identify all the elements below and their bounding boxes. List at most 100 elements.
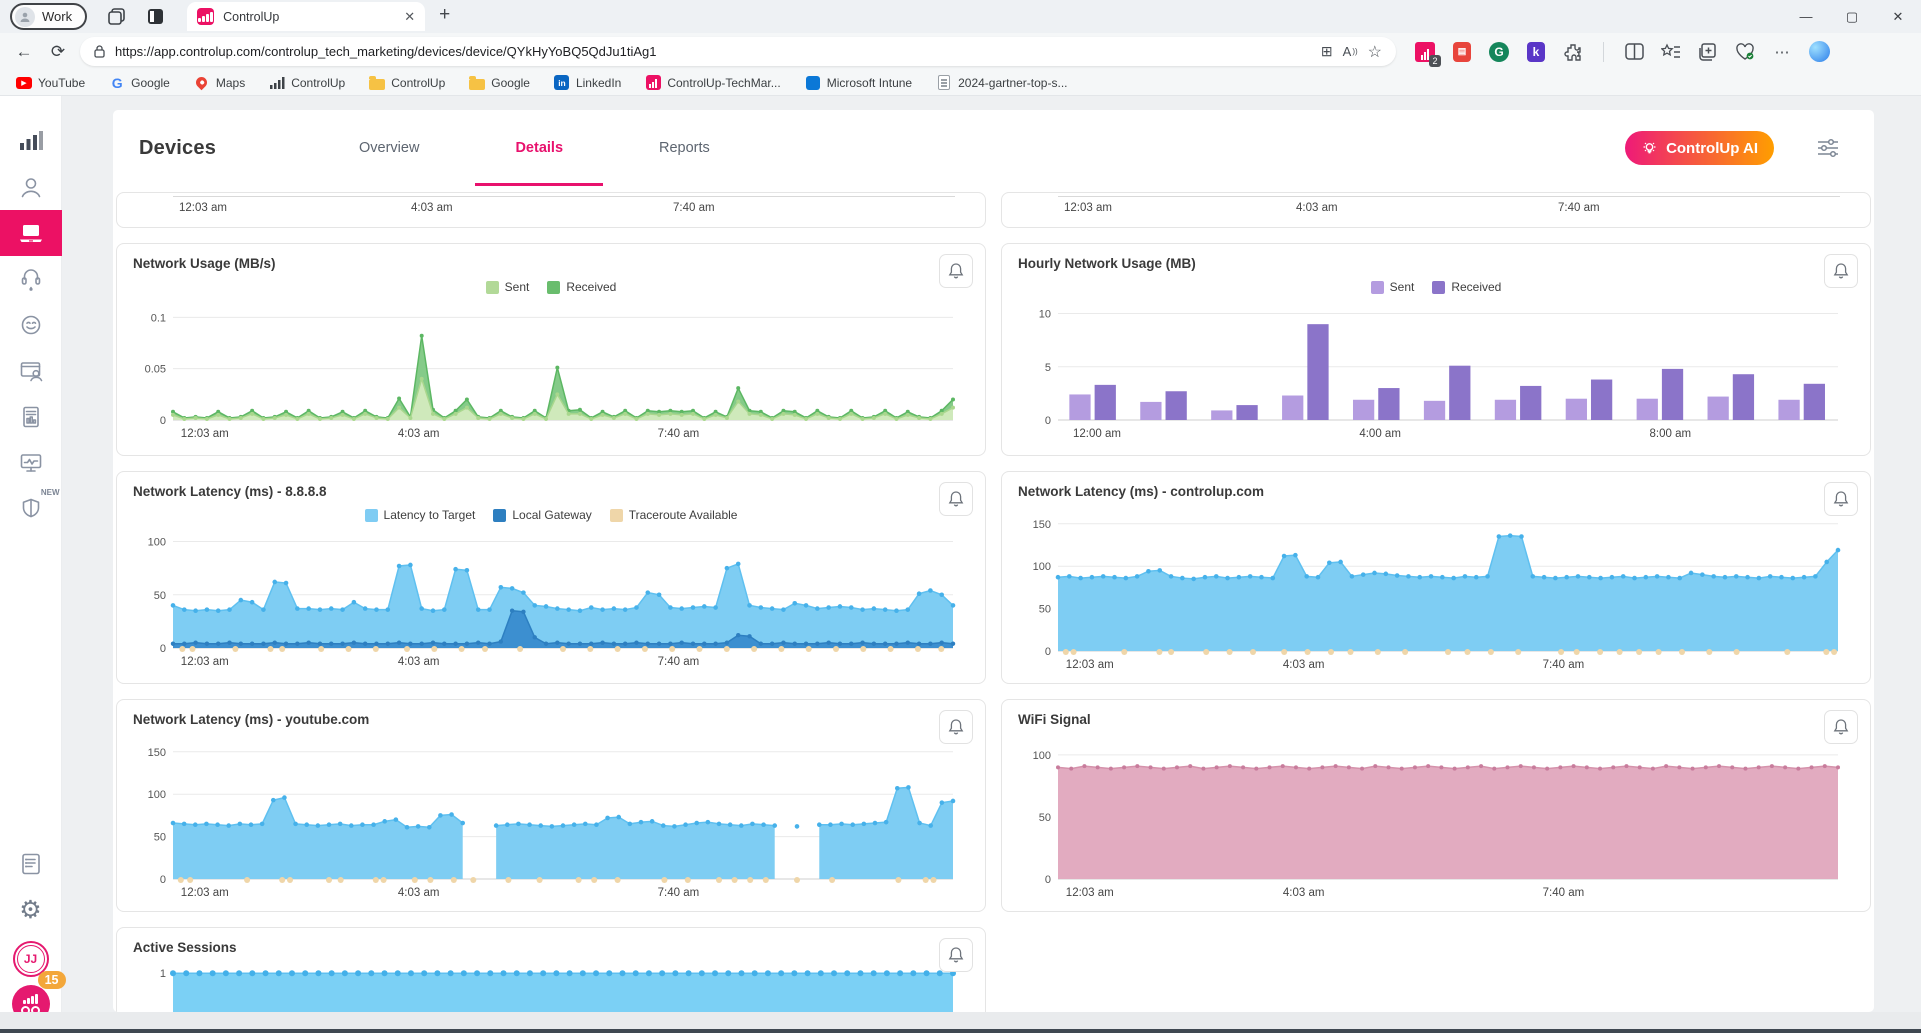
charts-area: 12:03 am 4:03 am 7:40 am 12:03 am 4:03 a… — [113, 186, 1874, 1012]
copilot-icon[interactable] — [1808, 41, 1830, 63]
browser-profile-button[interactable]: Work — [10, 3, 87, 30]
bookmark-linkedin[interactable]: inLinkedIn — [554, 75, 621, 91]
svg-text:12:03 am: 12:03 am — [181, 428, 229, 440]
sidebar-item-monitoring[interactable] — [0, 440, 62, 486]
new-tab-button[interactable]: + — [439, 4, 450, 26]
bookmark-maps[interactable]: Maps — [194, 75, 245, 91]
svg-text:100: 100 — [148, 537, 166, 549]
svg-text:0: 0 — [1045, 415, 1051, 427]
svg-text:4:03 am: 4:03 am — [1283, 887, 1325, 899]
wifi-signal-card: WiFi Signal 05010012:03 am4:03 am7:40 am — [1001, 699, 1871, 912]
tab-reports[interactable]: Reports — [611, 110, 758, 186]
latency-controlup-chart: 05010015012:03 am4:03 am7:40 am — [1018, 509, 1854, 673]
sidebar-item-security[interactable]: NEW — [0, 486, 62, 532]
url-text[interactable]: https://app.controlup.com/controlup_tech… — [115, 44, 1311, 59]
browser-toolbar: ← ⟳ https://app.controlup.com/controlup_… — [0, 33, 1921, 70]
network-usage-card: Network Usage (MB/s) SentReceived 00.050… — [116, 243, 986, 456]
address-bar[interactable]: https://app.controlup.com/controlup_tech… — [80, 37, 1396, 66]
latency-youtube-card: Network Latency (ms) - youtube.com 05010… — [116, 699, 986, 912]
sidebar-item-reports[interactable] — [0, 394, 62, 440]
back-icon[interactable]: ← — [8, 37, 40, 67]
collections-icon[interactable] — [1697, 41, 1719, 63]
window-maximize-button[interactable]: ▢ — [1829, 0, 1875, 33]
sidebar-item-devices[interactable] — [0, 210, 62, 256]
bookmark-folder-google[interactable]: Google — [469, 75, 530, 91]
svg-text:7:40 am: 7:40 am — [658, 887, 700, 899]
folder-icon — [369, 75, 385, 91]
alert-bell-button[interactable] — [939, 254, 973, 288]
browser-essentials-icon[interactable] — [1734, 41, 1756, 63]
svg-text:50: 50 — [1039, 604, 1051, 616]
active-sessions-chart: 1 — [133, 959, 969, 1012]
svg-text:100: 100 — [148, 789, 166, 801]
ai-button-label: ControlUp AI — [1666, 140, 1758, 157]
chart-legend: Latency to TargetLocal GatewayTraceroute… — [133, 505, 969, 525]
svg-text:100: 100 — [1033, 561, 1051, 573]
sidebar-item-release-notes[interactable] — [0, 841, 62, 887]
bookmark-folder-controlup[interactable]: ControlUp — [369, 75, 445, 91]
alert-bell-button[interactable] — [939, 710, 973, 744]
settings-more-icon[interactable]: ⋯ — [1771, 41, 1793, 63]
axis-tick: 7:40 am — [673, 202, 715, 214]
profile-avatar-icon — [15, 7, 35, 27]
profile-label: Work — [42, 9, 72, 24]
alert-bell-button[interactable] — [939, 482, 973, 516]
docs-extension-icon[interactable]: ▤ — [1451, 41, 1473, 63]
svg-text:0.1: 0.1 — [151, 312, 166, 324]
sidebar-item-settings[interactable]: ⚙ — [0, 887, 62, 933]
partial-chart-card-left: 12:03 am 4:03 am 7:40 am — [116, 192, 986, 228]
refresh-icon[interactable]: ⟳ — [42, 37, 74, 67]
split-screen-add-icon[interactable]: ⊞ — [1321, 43, 1333, 60]
latency-google-chart: 05010012:03 am4:03 am7:40 am — [133, 525, 969, 670]
bookmark-google[interactable]: GGoogle — [109, 75, 170, 91]
google-icon: G — [109, 75, 125, 91]
window-minimize-button[interactable]: — — [1783, 0, 1829, 33]
svg-text:150: 150 — [1033, 519, 1051, 531]
workspaces-icon[interactable] — [107, 7, 126, 26]
vertical-tabs-icon[interactable] — [146, 7, 165, 26]
alert-bell-button[interactable] — [1824, 482, 1858, 516]
controlup-extension-icon[interactable]: 2 — [1414, 41, 1436, 63]
folder-icon — [469, 75, 485, 91]
alert-bell-button[interactable] — [1824, 710, 1858, 744]
svg-text:0: 0 — [160, 643, 166, 655]
avatar-initials: JJ — [17, 945, 45, 973]
svg-text:0: 0 — [1045, 646, 1051, 658]
sidebar-item-remote-sessions[interactable] — [0, 348, 62, 394]
window-close-button[interactable]: ✕ — [1875, 0, 1921, 33]
bookmark-controlup-techmar[interactable]: ControlUp-TechMar... — [645, 75, 780, 91]
bookmark-youtube[interactable]: ▶YouTube — [16, 75, 85, 91]
grammarly-extension-icon[interactable]: G — [1488, 41, 1510, 63]
favorites-list-icon[interactable] — [1660, 41, 1682, 63]
favorite-star-icon[interactable]: ☆ — [1368, 42, 1382, 62]
read-aloud-icon[interactable]: A)) — [1343, 44, 1358, 59]
svg-text:1: 1 — [160, 968, 166, 980]
tab-close-icon[interactable]: ✕ — [404, 9, 415, 25]
sidebar-item-users[interactable] — [0, 164, 62, 210]
bookmark-gartner[interactable]: 2024-gartner-top-s... — [936, 75, 1067, 91]
legend-item: Local Gateway — [493, 508, 591, 522]
svg-text:10: 10 — [1039, 309, 1051, 321]
extensions-puzzle-icon[interactable] — [1562, 41, 1584, 63]
tab-details[interactable]: Details — [467, 110, 611, 186]
alert-bell-button[interactable] — [939, 938, 973, 972]
svg-text:0: 0 — [160, 874, 166, 886]
split-window-icon[interactable] — [1623, 41, 1645, 63]
svg-text:12:03 am: 12:03 am — [181, 656, 229, 668]
kaltura-extension-icon[interactable]: k — [1525, 41, 1547, 63]
sidebar-item-experience[interactable] — [0, 302, 62, 348]
new-badge: NEW — [41, 488, 60, 497]
sidebar-item-helpdesk[interactable] — [0, 256, 62, 302]
sidebar-item-insights[interactable] — [0, 118, 62, 164]
browser-tab-controlup[interactable]: ControlUp ✕ — [187, 2, 425, 31]
alert-bell-button[interactable] — [1824, 254, 1858, 288]
svg-text:4:03 am: 4:03 am — [398, 428, 440, 440]
chart-title: Network Latency (ms) - 8.8.8.8 — [133, 484, 969, 499]
bookmark-microsoft-intune[interactable]: Microsoft Intune — [805, 75, 912, 91]
latency-google-card: Network Latency (ms) - 8.8.8.8 Latency t… — [116, 471, 986, 684]
bookmark-controlup[interactable]: ControlUp — [269, 75, 345, 91]
header-tabs: Overview Details Reports — [311, 110, 758, 186]
view-options-icon[interactable] — [1816, 138, 1840, 158]
tab-overview[interactable]: Overview — [311, 110, 467, 186]
controlup-ai-button[interactable]: ControlUp AI — [1625, 131, 1774, 165]
